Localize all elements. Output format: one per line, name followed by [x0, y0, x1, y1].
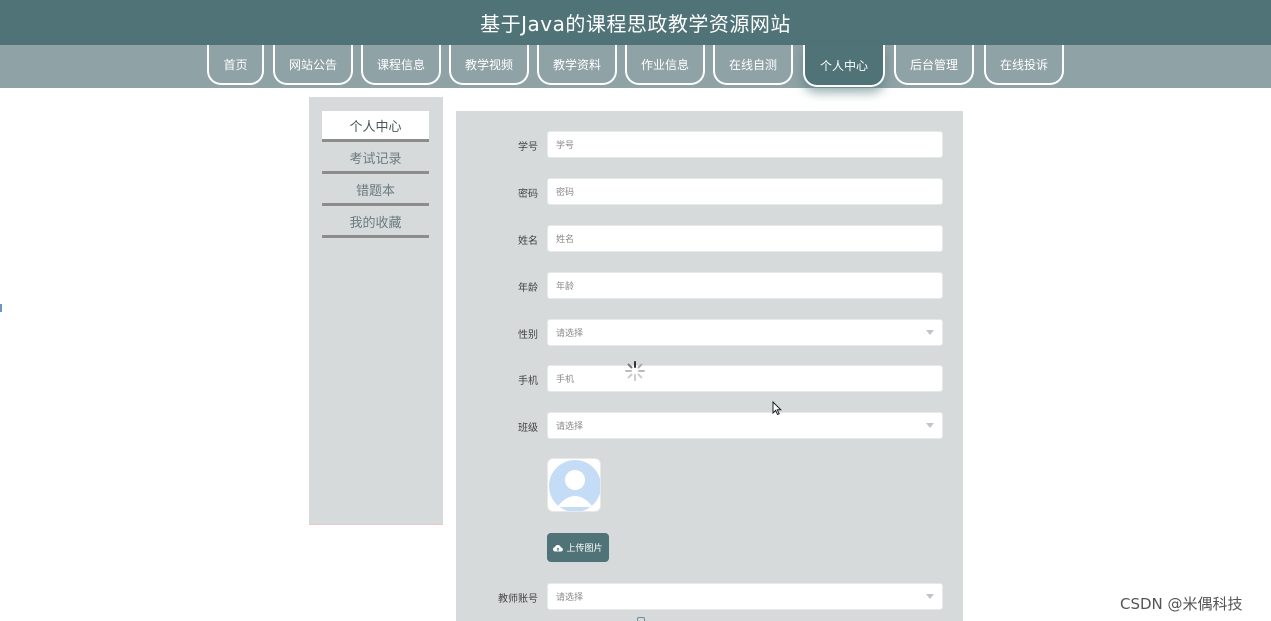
name-label: 姓名	[518, 236, 538, 247]
name-placeholder: 姓名	[556, 235, 575, 245]
sidebar-item-personal-center[interactable]: 个人中心	[322, 111, 429, 142]
class-placeholder: 请选择	[556, 422, 584, 432]
watermark: CSDN @米偶科技	[1120, 595, 1243, 613]
class-label: 班级	[518, 423, 538, 434]
phone-placeholder: 手机	[556, 375, 575, 385]
nav-item-materials[interactable]: 教学资料	[537, 45, 617, 85]
nav-item-complaints[interactable]: 在线投诉	[984, 45, 1064, 85]
class-select[interactable]: 请选择	[547, 412, 943, 439]
age-label: 年龄	[518, 283, 538, 294]
nav-item-courses[interactable]: 课程信息	[361, 45, 441, 85]
nav-item-videos[interactable]: 教学视频	[449, 45, 529, 85]
student-id-placeholder: 学号	[556, 141, 575, 151]
site-title: 基于Java的课程思政教学资源网站	[480, 12, 791, 36]
age-input[interactable]: 年龄	[547, 272, 943, 299]
chevron-down-icon	[926, 594, 934, 599]
sidebar: 个人中心 考试记录 错题本 我的收藏	[309, 97, 443, 525]
chevron-down-icon	[926, 330, 934, 335]
avatar-placeholder-icon	[549, 460, 600, 511]
name-input[interactable]: 姓名	[547, 225, 943, 252]
profile-form: 学号 学号 密码 密码 姓名 姓名 年龄 年龄 性别 请选择 手机 手机 班级 …	[456, 111, 963, 621]
teacher-account-label: 教师账号	[498, 594, 538, 605]
avatar-preview[interactable]	[547, 458, 601, 512]
teacher-account-select[interactable]: 请选择	[547, 583, 943, 610]
nav-item-admin[interactable]: 后台管理	[894, 45, 974, 85]
student-id-input[interactable]: 学号	[547, 131, 943, 158]
age-placeholder: 年龄	[556, 282, 575, 292]
gender-placeholder: 请选择	[556, 329, 584, 339]
scroll-handle[interactable]	[637, 617, 645, 621]
sidebar-item-exam-records[interactable]: 考试记录	[322, 143, 429, 174]
loading-spinner-icon	[625, 361, 645, 381]
sidebar-item-wrong-questions[interactable]: 错题本	[322, 175, 429, 206]
gender-select[interactable]: 请选择	[547, 319, 943, 346]
upload-image-label: 上传图片	[566, 544, 603, 554]
upload-image-button[interactable]: 上传图片	[547, 533, 609, 562]
password-input[interactable]: 密码	[547, 178, 943, 205]
main-nav: 首页 网站公告 课程信息 教学视频 教学资料 作业信息 在线自测 个人中心 后台…	[0, 45, 1271, 88]
phone-label: 手机	[518, 376, 538, 387]
teacher-account-placeholder: 请选择	[556, 593, 584, 603]
gender-label: 性别	[518, 330, 538, 341]
student-id-label: 学号	[518, 142, 538, 153]
password-placeholder: 密码	[556, 188, 575, 198]
site-header: 基于Java的课程思政教学资源网站	[0, 0, 1271, 45]
edge-marker	[0, 304, 2, 312]
password-label: 密码	[518, 189, 538, 200]
nav-item-personal-center[interactable]: 个人中心	[803, 45, 885, 87]
nav-item-homework[interactable]: 作业信息	[625, 45, 705, 85]
nav-item-home[interactable]: 首页	[207, 45, 264, 85]
cloud-upload-icon	[553, 544, 564, 552]
nav-item-announcements[interactable]: 网站公告	[273, 45, 353, 85]
nav-item-self-test[interactable]: 在线自测	[713, 45, 793, 85]
phone-input[interactable]: 手机	[547, 365, 943, 392]
chevron-down-icon	[926, 423, 934, 428]
mouse-cursor-icon	[772, 401, 782, 415]
sidebar-item-favorites[interactable]: 我的收藏	[322, 207, 429, 238]
